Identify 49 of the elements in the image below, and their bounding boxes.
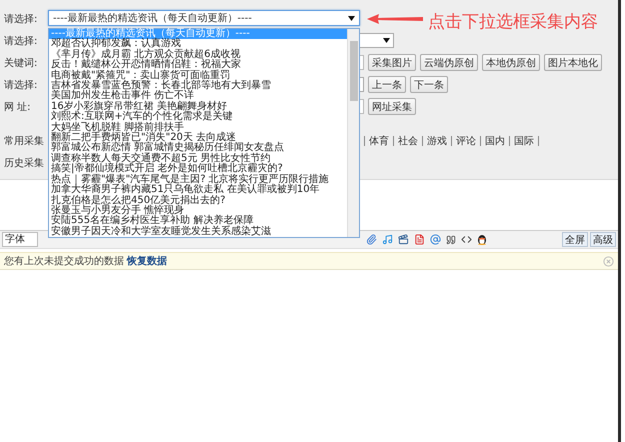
dropdown-option[interactable]: 反击！戴缱林公开恋情晒情侣鞋：祝福大家 <box>49 60 347 71</box>
action-button[interactable]: 上一条 <box>368 76 406 93</box>
dropdown-option[interactable]: 美国加州发生枪击事件 伤亡不详 <box>49 91 347 102</box>
notice-text: 您有上次未提交成功的数据 恢复数据 <box>4 254 168 268</box>
dropdown-option[interactable]: 刘熙术:互联网+汽车的个性化需求是关键 <box>49 112 347 123</box>
dropdown-option[interactable]: 郭富城公布新恋情 郭富城情史揭秘历任绯闻女友盘点 <box>49 143 347 154</box>
font-field[interactable]: 字体 <box>2 232 38 247</box>
field-label: 请选择: <box>4 34 38 48</box>
field-label: 请选择: <box>4 78 38 92</box>
caret-icon <box>348 16 355 20</box>
field-label: 网 址: <box>4 100 32 114</box>
code-icon[interactable] <box>461 234 472 245</box>
field-label: 关键词: <box>4 56 38 70</box>
field-label: 历史采集 <box>4 156 45 170</box>
annotation-text: 点击下拉选框采集内容 <box>428 11 598 33</box>
dropdown-option[interactable]: 安徽男子因天冷和大学室友睡觉发生关系感染艾滋 <box>49 226 347 238</box>
category-link[interactable]: 游戏 <box>427 134 447 148</box>
dropdown-option[interactable]: 扎克伯格是怎么把450亿美元捐出去的? <box>49 196 347 206</box>
document-icon[interactable] <box>414 234 425 245</box>
action-button[interactable]: 网址采集 <box>368 98 416 115</box>
dropdown-option[interactable]: 邓超否认抑郁发飙：认真游戏 <box>49 39 347 50</box>
category-link[interactable]: 国内 <box>485 134 505 148</box>
dropdown-option[interactable]: 搞笑|帝都仙境模式开启 老外是如何吐槽北京霾灾的? <box>49 164 347 175</box>
action-button[interactable]: 云端伪原创 <box>420 54 478 71</box>
dropdown-option[interactable]: 加拿大华裔男子裤内藏51只乌龟欲走私 在美认罪或被判10年 <box>49 185 347 196</box>
action-button[interactable]: 下一条 <box>410 76 448 93</box>
toolbar-button[interactable]: 全屏 <box>562 232 588 247</box>
video-icon[interactable] <box>398 234 409 245</box>
action-button[interactable]: 采集图片 <box>368 54 416 71</box>
penguin-icon[interactable] <box>477 234 487 245</box>
select-value: ----最新最热的精选资讯（每天自动更新）---- <box>53 12 252 25</box>
scrollbar[interactable] <box>347 29 359 238</box>
quote-icon[interactable] <box>446 234 456 244</box>
music-note-icon[interactable] <box>382 234 393 245</box>
dropdown-option[interactable]: 安陆555名在编乡村医生享补助 解决养老保障 <box>49 216 347 227</box>
news-select[interactable]: ----最新最热的精选资讯（每天自动更新）---- <box>48 10 360 26</box>
category-link[interactable]: 体育 <box>369 134 389 148</box>
field-label: 常用采集 <box>4 134 45 148</box>
field-label: 请选择: <box>4 12 38 26</box>
category-link[interactable]: 国际 <box>514 134 534 148</box>
annotation-arrow <box>365 13 425 25</box>
at-sign-icon[interactable] <box>430 234 441 245</box>
action-button[interactable]: 本地伪原创 <box>482 54 540 71</box>
category-link[interactable]: 评论 <box>456 134 476 148</box>
action-button[interactable]: 图片本地化 <box>544 54 602 71</box>
caret-icon <box>383 38 390 43</box>
paperclip-icon[interactable] <box>366 234 377 245</box>
category-link[interactable]: 社会 <box>398 134 418 148</box>
toolbar-button[interactable]: 高级 <box>590 232 616 247</box>
